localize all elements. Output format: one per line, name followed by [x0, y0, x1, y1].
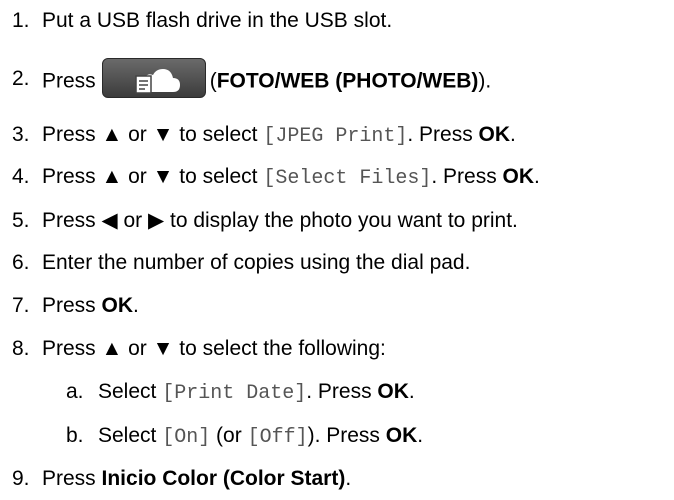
step-text-part: . — [133, 294, 139, 317]
step-text-part: Press ▲ or ▼ to select — [42, 165, 264, 188]
step-number: 4. — [12, 165, 30, 188]
substep-letter: b. — [66, 424, 84, 447]
menu-option-code: [JPEG Print] — [263, 125, 408, 148]
photo-web-button — [101, 58, 206, 98]
step-keyword: Inicio Color (Color Start) — [101, 467, 346, 490]
step-text-part: ). — [478, 69, 492, 93]
step-keyword: OK — [377, 380, 409, 403]
step-text: Put a USB flash drive in the USB slot. — [42, 9, 393, 32]
step-text-part: . — [534, 165, 540, 188]
substep-text: Select [On] (or [Off]). Press OK. — [98, 423, 423, 451]
step-text: Press Inicio Color (Color Start). — [42, 466, 351, 492]
step-number: 2. — [12, 67, 30, 90]
step-text-part: Press — [42, 69, 96, 93]
step-text-part: . Press — [407, 123, 479, 146]
step-text: Press OK. — [42, 293, 139, 319]
step-text-part: Select — [98, 424, 163, 447]
step-keyword: OK — [478, 123, 511, 146]
menu-option-code: [On] — [162, 426, 211, 449]
menu-option-code: [Print Date] — [162, 382, 307, 405]
step-number: 5. — [12, 209, 30, 232]
instruction-steps: 1. Put a USB flash drive in the USB slot… — [0, 0, 674, 500]
step-text-part: Press — [42, 467, 102, 490]
photo-web-cloud-icon — [134, 69, 180, 94]
step-text: Press ▲ or ▼ to select [JPEG Print]. Pre… — [42, 122, 516, 150]
step-number: 1. — [12, 9, 30, 32]
step-text: Enter the number of copies using the dia… — [42, 251, 471, 274]
step-text-part: . — [417, 424, 424, 447]
step-number: 7. — [12, 294, 30, 317]
step-text-part: ). Press — [307, 424, 386, 447]
step-text-part: ( — [209, 69, 217, 93]
step-text-part: . — [345, 467, 352, 490]
step-text: Press (FOTO/WEB (PHOTO/WEB)). — [42, 58, 492, 98]
step-text-part: Press — [42, 294, 102, 317]
step-text-part: . Press — [431, 165, 503, 188]
step-keyword: OK — [385, 424, 418, 447]
step-number: 9. — [12, 467, 30, 490]
step-keyword: OK — [502, 165, 535, 188]
step-text-part: Select — [98, 380, 163, 403]
menu-option-code: [Off] — [247, 426, 308, 449]
step-number: 3. — [12, 123, 30, 146]
step-number: 8. — [12, 337, 30, 360]
step-keyword: OK — [101, 294, 134, 317]
step-text-part: (or — [210, 424, 248, 447]
substep-text: Select [Print Date]. Press OK. — [98, 379, 415, 407]
step-keyword: FOTO/WEB (PHOTO/WEB) — [216, 69, 479, 93]
menu-option-code: [Select Files] — [263, 167, 432, 190]
step-text-part: . — [510, 123, 516, 146]
step-text-part: Press ▲ or ▼ to select — [42, 123, 264, 146]
step-text: Press ◀ or ▶ to display the photo you wa… — [42, 209, 518, 232]
step-text-part: . Press — [306, 380, 378, 403]
step-text: Press ▲ or ▼ to select the following: — [42, 337, 386, 360]
step-number: 6. — [12, 251, 30, 274]
step-text: Press ▲ or ▼ to select [Select Files]. P… — [42, 164, 540, 192]
step-text-part: . — [408, 380, 415, 403]
substep-letter: a. — [66, 380, 84, 403]
